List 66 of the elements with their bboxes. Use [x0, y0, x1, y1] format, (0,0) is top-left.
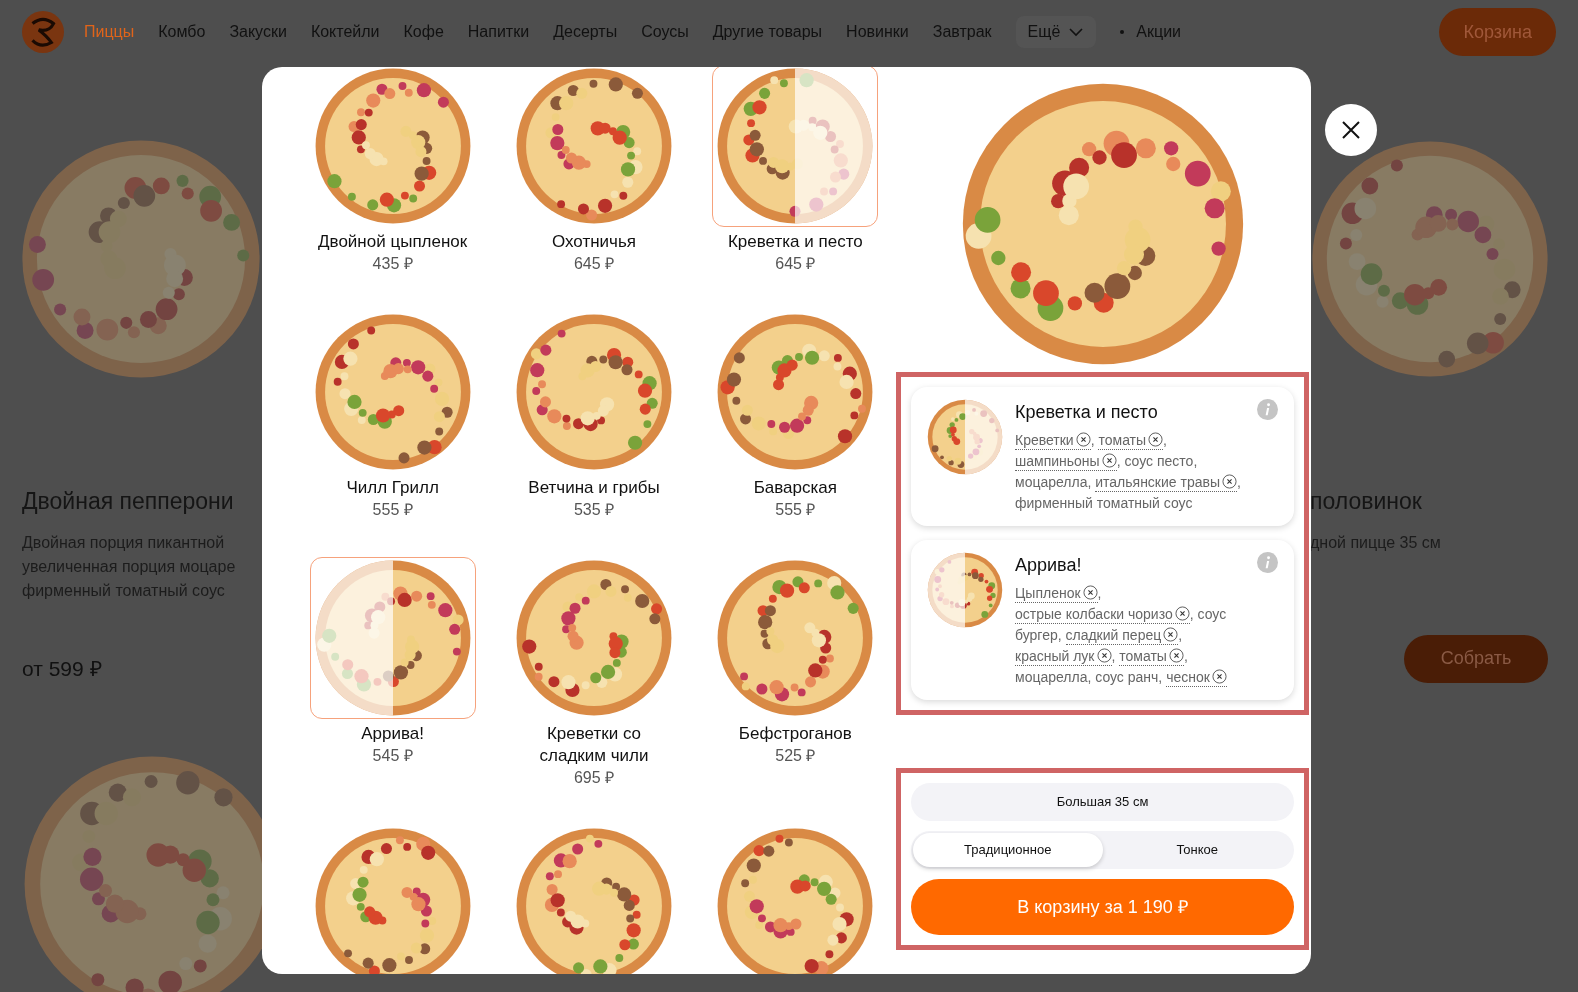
pizza-price: 535 ₽: [573, 500, 615, 520]
pizza-price: 525 ₽: [775, 746, 816, 766]
nav-link[interactable]: Коктейли: [310, 20, 380, 44]
pizza-name: Охотничья: [550, 231, 637, 253]
remove-icon: [1075, 432, 1091, 447]
more-menu[interactable]: Ещё: [1015, 16, 1097, 48]
half-pizza-title: Аррива!: [1015, 554, 1083, 577]
removable-ingredient[interactable]: томаты: [1119, 648, 1184, 666]
remove-icon: [1163, 627, 1179, 642]
removable-ingredient[interactable]: итальянские травы: [1095, 474, 1237, 492]
removable-ingredient[interactable]: красный лук: [1015, 648, 1112, 666]
pizza-name: Бефстроганов: [737, 723, 853, 745]
removable-ingredient[interactable]: шампиньоны: [1015, 453, 1117, 471]
pizza-price: 645 ₽: [775, 254, 816, 274]
dot-icon: [1120, 30, 1125, 34]
pizza-name: Креветки со сладким чили: [538, 723, 650, 767]
pizza-name: Креветка и песто: [726, 231, 864, 253]
removable-ingredient[interactable]: острые колбаски чоризо: [1015, 606, 1190, 624]
nav-link[interactable]: Десерты: [553, 20, 618, 44]
pizza-name: Ветчина и грибы: [527, 477, 661, 499]
ingredients-text: Креветки , томаты , шампиньоны , соус песто, моцарелла, итальянские травы , фирменный томатный соус: [1015, 431, 1242, 513]
pizza-name: Аррива!: [360, 723, 426, 745]
close-icon: [1341, 120, 1361, 140]
pizza-price: 695 ₽: [573, 768, 615, 788]
remove-icon: [1096, 648, 1112, 663]
nav-link[interactable]: Пиццы: [84, 20, 135, 44]
remove-icon: [1168, 648, 1184, 663]
removable-ingredient[interactable]: томаты: [1098, 432, 1164, 450]
removable-ingredient[interactable]: сладкий перец: [1065, 627, 1179, 645]
pizza-name: Баварская: [752, 477, 838, 499]
add-to-cart-button[interactable]: В корзину за 1 190 ₽: [911, 879, 1294, 935]
removable-ingredient[interactable]: Креветки: [1015, 432, 1091, 450]
removable-ingredient[interactable]: чеснок: [1166, 669, 1227, 687]
nav-link[interactable]: Комбо: [158, 20, 206, 44]
product-title: половинок: [1310, 487, 1423, 516]
crust-option[interactable]: Тонкое: [1102, 833, 1292, 867]
remove-icon: [1148, 432, 1164, 447]
nav-link[interactable]: Кофе: [403, 20, 444, 44]
crust-option[interactable]: Традиционное: [913, 833, 1103, 867]
product-title: Двойная пепперони: [22, 487, 235, 516]
nav-link[interactable]: Новинки: [846, 20, 909, 44]
nav-link[interactable]: Акции: [1136, 20, 1182, 44]
product-price: от 599 ₽: [22, 655, 103, 682]
pizza-price: 555 ₽: [775, 500, 816, 520]
nav-link[interactable]: Другие товары: [712, 20, 823, 44]
pizza-price: 435 ₽: [372, 254, 413, 274]
nav-link[interactable]: Напитки: [467, 20, 530, 44]
remove-icon: [1211, 669, 1227, 684]
remove-icon: [1101, 453, 1117, 468]
nav-link[interactable]: Соусы: [641, 20, 689, 44]
pizza-name: Двойной цыпленок: [317, 231, 469, 253]
pizza-price: 545 ₽: [372, 746, 413, 766]
half-pizza-title: Креветка и песто: [1015, 401, 1159, 424]
remove-icon: [1222, 474, 1237, 489]
remove-icon: [1174, 606, 1190, 621]
pizza-price: 645 ₽: [573, 254, 615, 274]
pizza-name: Чилл Грилл: [345, 477, 440, 499]
size-selector[interactable]: Большая 35 см: [911, 783, 1294, 821]
nav-link[interactable]: Закуски: [229, 20, 287, 44]
nav-link[interactable]: Завтрак: [932, 20, 992, 44]
close-button[interactable]: [1325, 104, 1377, 156]
ingredients-text: Цыпленок , острые колбаски чоризо , соус бургер, сладкий перец , красный лук , томаты , моцарелла, соус ранч, чеснок: [1015, 584, 1228, 688]
remove-icon: [1082, 585, 1098, 600]
removable-ingredient[interactable]: Цыпленок: [1015, 585, 1098, 603]
pizza-price: 555 ₽: [372, 500, 413, 520]
build-button[interactable]: Собрать: [1404, 634, 1548, 683]
